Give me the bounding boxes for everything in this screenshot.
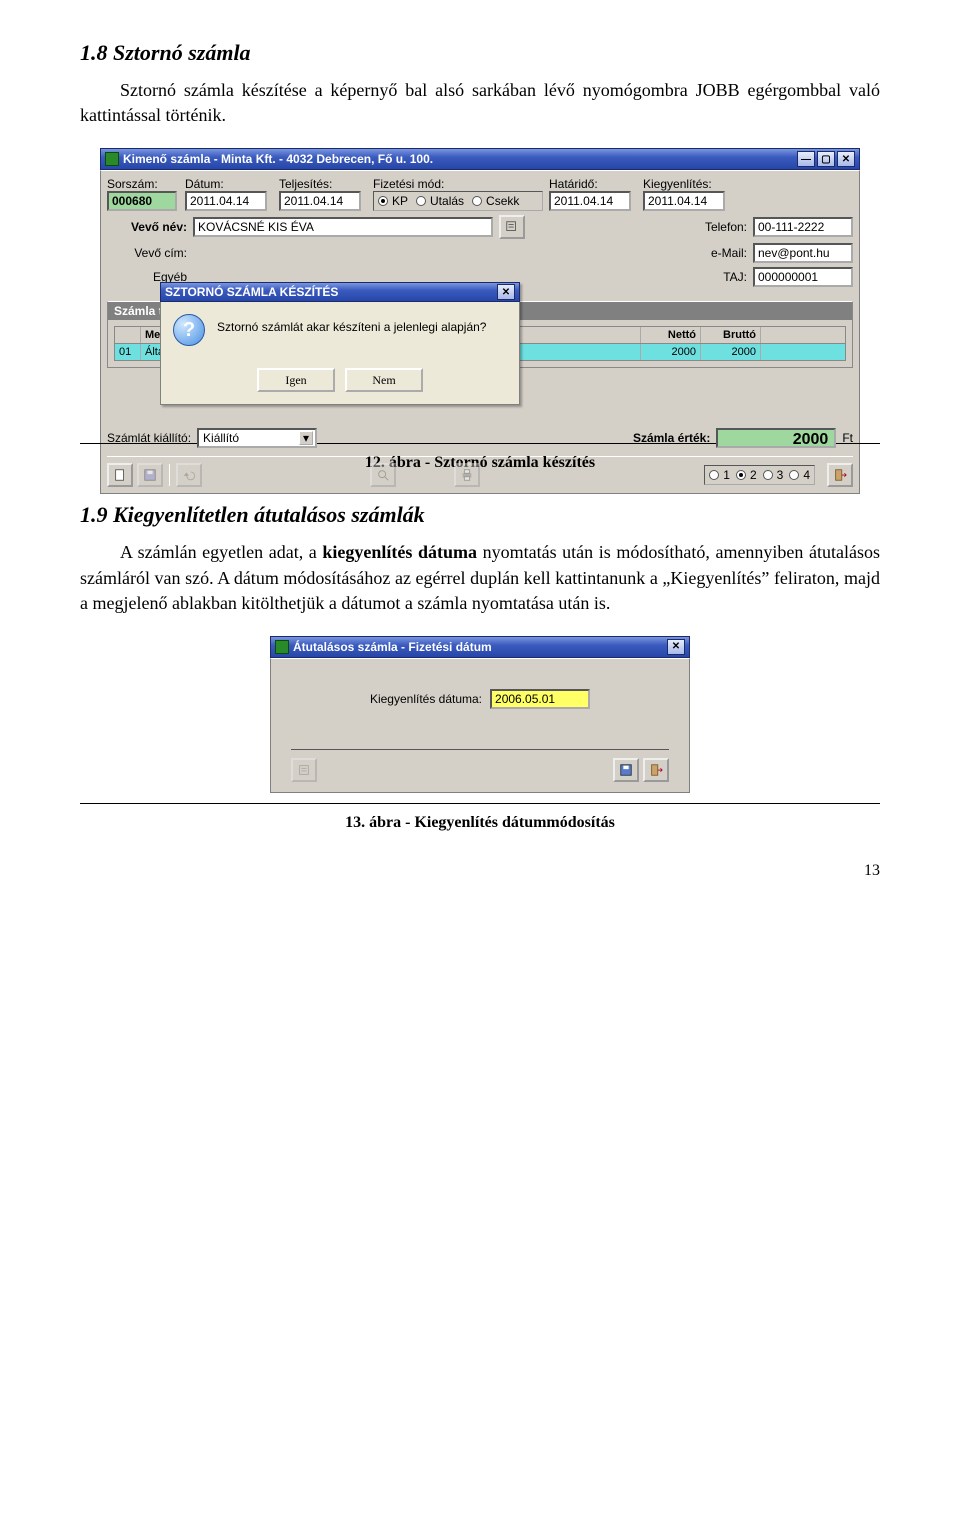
copies-4[interactable]	[789, 470, 799, 480]
label-ft: Ft	[842, 431, 853, 445]
undo-button[interactable]	[176, 463, 202, 487]
label-vevo-nev: Vevő név:	[107, 220, 187, 234]
section-1-8-heading: 1.8 Sztornó számla	[80, 40, 880, 66]
win2-save-button[interactable]	[613, 758, 639, 782]
exit-door-button[interactable]	[827, 463, 853, 487]
body-before: A számlán egyetlen adat, a	[120, 542, 322, 562]
radio-csekk-label: Csekk	[486, 194, 519, 208]
section-1-8-body: Sztornó számla készítése a képernyő bal …	[80, 78, 880, 128]
label-kiegy-datuma: Kiegyenlítés dátuma:	[370, 692, 482, 706]
label-kiallito: Számlát kiállító:	[107, 431, 191, 445]
copies-2-label: 2	[750, 468, 757, 482]
dialog-close-button[interactable]: ✕	[497, 284, 515, 300]
cell-netto: 2000	[641, 344, 701, 360]
figure-13-caption: 13. ábra - Kiegyenlítés dátummódosítás	[80, 814, 880, 832]
field-teljesites[interactable]	[279, 191, 361, 211]
yes-button[interactable]: Igen	[257, 368, 335, 392]
new-doc-button[interactable]	[107, 463, 133, 487]
field-hatarido[interactable]	[549, 191, 631, 211]
dialog-title: SZTORNÓ SZÁMLA KÉSZÍTÉS	[165, 285, 338, 299]
question-icon: ?	[173, 314, 205, 346]
window-titlebar[interactable]: Kimenő számla - Minta Kft. - 4032 Debrec…	[100, 148, 860, 170]
save-button[interactable]	[137, 463, 163, 487]
page-number: 13	[80, 862, 880, 880]
label-fizmod: Fizetési mód:	[373, 177, 543, 191]
select-kiallito[interactable]: Kiállító ▾	[197, 428, 317, 448]
close-button[interactable]: ✕	[837, 151, 855, 167]
copies-1[interactable]	[709, 470, 719, 480]
preview-button[interactable]	[370, 463, 396, 487]
copies-3[interactable]	[763, 470, 773, 480]
dialog-message: Sztornó számlát akar készíteni a jelenle…	[217, 314, 507, 334]
win2-exit-button[interactable]	[643, 758, 669, 782]
copies-4-label: 4	[803, 468, 810, 482]
field-kiegy[interactable]	[643, 191, 725, 211]
field-taj[interactable]	[753, 267, 853, 287]
label-taj: TAJ:	[723, 270, 747, 284]
radio-kp[interactable]	[378, 196, 388, 206]
label-hatarido: Határidő:	[549, 177, 637, 191]
copies-group: 1 2 3 4	[704, 465, 815, 485]
maximize-button[interactable]: ▢	[817, 151, 835, 167]
lookup-customer-button[interactable]	[499, 215, 525, 239]
win2-titlebar[interactable]: Átutalásos számla - Fizetési dátum ✕	[270, 636, 690, 658]
copies-3-label: 3	[777, 468, 784, 482]
radio-utalas-label: Utalás	[430, 194, 464, 208]
label-telefon: Telefon:	[705, 220, 747, 234]
copies-1-label: 1	[723, 468, 730, 482]
body-bold: kiegyenlítés dátuma	[322, 542, 477, 562]
label-ertek: Számla érték:	[633, 431, 710, 445]
label-kiegy: Kiegyenlítés:	[643, 177, 731, 191]
window-title: Kimenő számla - Minta Kft. - 4032 Debrec…	[123, 152, 433, 166]
toolbar-divider	[169, 464, 170, 486]
chevron-down-icon[interactable]: ▾	[299, 431, 313, 445]
label-sorszam: Sorszám:	[107, 177, 179, 191]
radio-utalas[interactable]	[416, 196, 426, 206]
minimize-button[interactable]: —	[797, 151, 815, 167]
field-email[interactable]	[753, 243, 853, 263]
fizmod-group: KP Utalás Csekk	[373, 191, 543, 211]
radio-csekk[interactable]	[472, 196, 482, 206]
cell-brutto: 2000	[701, 344, 761, 360]
field-telefon[interactable]	[753, 217, 853, 237]
col-brutto: Bruttó	[701, 327, 761, 343]
field-vevo-nev[interactable]	[193, 217, 493, 237]
win2-close-button[interactable]: ✕	[667, 639, 685, 655]
no-button[interactable]: Nem	[345, 368, 423, 392]
radio-kp-label: KP	[392, 194, 408, 208]
section-1-9-heading: 1.9 Kiegyenlítetlen átutalásos számlák	[80, 502, 880, 528]
label-datum: Dátum:	[185, 177, 273, 191]
figure-rule-2	[80, 803, 880, 804]
win2-title: Átutalásos számla - Fizetési dátum	[293, 640, 492, 654]
label-vevo-cim: Vevő cím:	[107, 246, 187, 260]
select-kiallito-value: Kiállító	[203, 431, 239, 445]
field-sorszam[interactable]	[107, 191, 177, 211]
label-teljesites: Teljesítés:	[279, 177, 367, 191]
col-netto: Nettó	[641, 327, 701, 343]
field-kiegy-datuma[interactable]	[490, 689, 590, 709]
copies-2[interactable]	[736, 470, 746, 480]
confirm-dialog: SZTORNÓ SZÁMLA KÉSZÍTÉS ✕ ? Sztornó szám…	[160, 282, 520, 405]
win2-app-icon	[275, 640, 289, 654]
field-ertek: 2000	[716, 428, 836, 448]
section-1-9-body: A számlán egyetlen adat, a kiegyenlítés …	[80, 540, 880, 616]
field-datum[interactable]	[185, 191, 267, 211]
app-icon	[105, 152, 119, 166]
label-email: e-Mail:	[711, 246, 747, 260]
dialog-titlebar[interactable]: SZTORNÓ SZÁMLA KÉSZÍTÉS ✕	[160, 282, 520, 302]
cell-idx: 01	[115, 344, 141, 360]
win2-edit-button[interactable]	[291, 758, 317, 782]
print-button[interactable]	[454, 463, 480, 487]
payment-date-window: Átutalásos számla - Fizetési dátum ✕ Kie…	[270, 636, 690, 793]
